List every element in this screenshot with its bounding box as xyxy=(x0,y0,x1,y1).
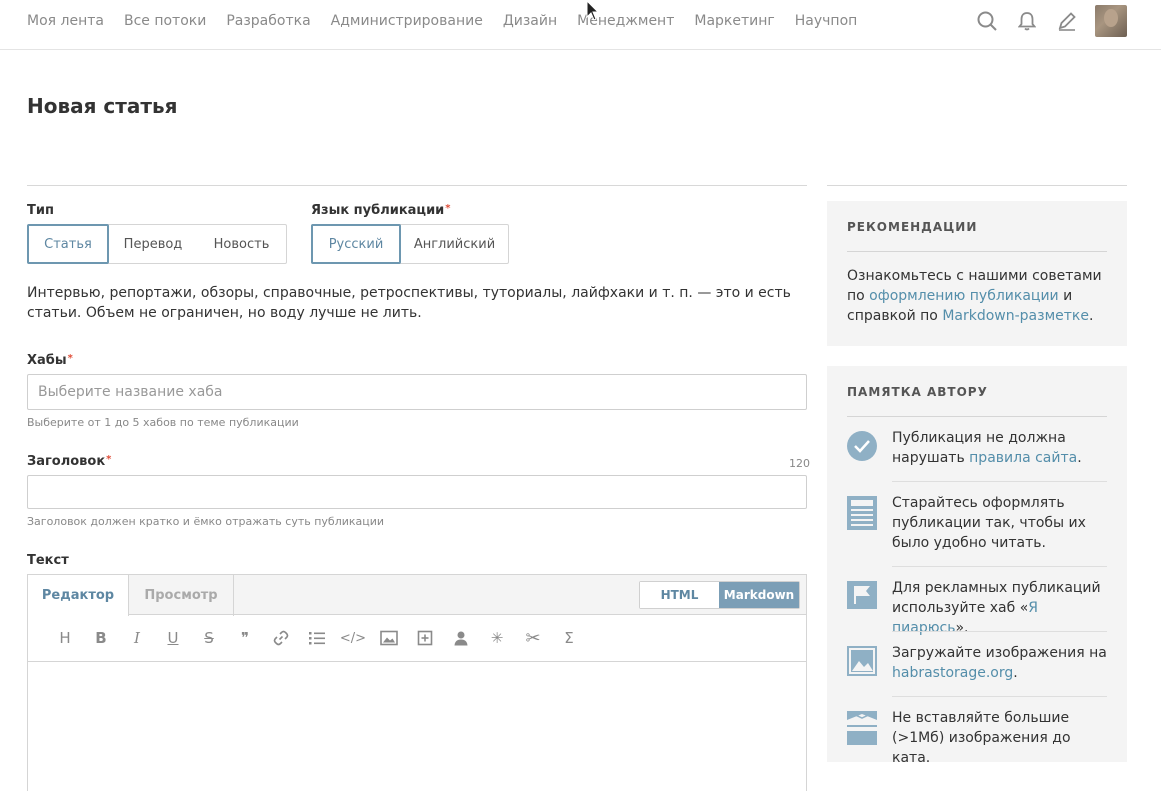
image-icon xyxy=(847,646,877,676)
write-icon[interactable] xyxy=(1047,5,1087,37)
required-mark: * xyxy=(67,353,73,364)
author-memo-card: ПАМЯТКА АВТОРУ Публикация не должна нару… xyxy=(827,366,1127,766)
language-option-russian[interactable]: Русский xyxy=(311,224,401,264)
language-label: Язык публикации* xyxy=(311,203,451,218)
image-icon[interactable] xyxy=(371,626,407,650)
type-option-article[interactable]: Статья xyxy=(27,224,109,264)
site-rules-link[interactable]: правила сайта xyxy=(969,450,1077,466)
divider xyxy=(27,185,807,186)
required-mark: * xyxy=(106,454,112,465)
nav-item-design[interactable]: Дизайн xyxy=(503,12,557,30)
nav-item-admin[interactable]: Администрирование xyxy=(331,12,483,30)
link-icon[interactable] xyxy=(263,626,299,650)
required-mark: * xyxy=(445,203,451,214)
divider xyxy=(892,696,1107,697)
language-option-english[interactable]: Английский xyxy=(401,225,508,263)
nav-item-feed[interactable]: Моя лента xyxy=(27,12,104,30)
divider xyxy=(827,185,1127,186)
anchor-icon[interactable]: ✳ xyxy=(479,626,515,650)
type-description: Интервью, репортажи, обзоры, справочные,… xyxy=(27,285,791,321)
editor-toolbar: H B I U S ❞ </> ✳ ✂ Σ xyxy=(28,615,806,662)
search-icon[interactable] xyxy=(967,5,1007,37)
user-icon[interactable] xyxy=(443,626,479,650)
avatar[interactable] xyxy=(1095,5,1127,37)
formula-icon[interactable]: Σ xyxy=(551,626,587,650)
underline-icon[interactable]: U xyxy=(155,626,191,650)
recommendations-card: РЕКОМЕНДАЦИИ Ознакомьтесь с нашими совет… xyxy=(827,201,1127,346)
recommendations-text: Ознакомьтесь с нашими советами по оформл… xyxy=(847,268,1102,324)
bold-icon[interactable]: B xyxy=(83,626,119,650)
mouse-cursor-icon xyxy=(586,0,600,21)
nav-item-popsci[interactable]: Научпоп xyxy=(795,12,858,30)
heading-icon[interactable]: H xyxy=(47,626,83,650)
memo-tip-text: Старайтесь оформлять публикации так, что… xyxy=(892,495,1086,551)
heading-input[interactable] xyxy=(27,475,807,509)
strikethrough-icon[interactable]: S xyxy=(191,626,227,650)
hubs-label: Хабы* xyxy=(27,353,73,368)
cut-line-icon xyxy=(847,711,877,745)
page-title: Новая статья xyxy=(27,94,178,118)
cut-icon[interactable]: ✂ xyxy=(515,626,551,650)
top-navbar: Моя лента Все потоки Разработка Админист… xyxy=(0,0,1161,50)
top-actions xyxy=(967,5,1127,37)
nav-item-develop[interactable]: Разработка xyxy=(226,12,310,30)
hubs-input[interactable]: Выберите название хаба xyxy=(27,374,807,410)
formatting-guide-link[interactable]: оформлению публикации xyxy=(869,288,1058,304)
type-option-news[interactable]: Новость xyxy=(197,225,286,263)
heading-char-counter: 120 xyxy=(789,457,810,470)
type-option-translation[interactable]: Перевод xyxy=(109,225,197,263)
tab-preview[interactable]: Просмотр xyxy=(129,575,234,616)
memo-tip-text: Загружайте изображения на habrastorage.o… xyxy=(892,645,1107,681)
bell-icon[interactable] xyxy=(1007,5,1047,37)
divider xyxy=(847,251,1107,252)
divider xyxy=(847,416,1107,417)
nav-flows: Моя лента Все потоки Разработка Админист… xyxy=(27,12,877,30)
tab-editor[interactable]: Редактор xyxy=(28,575,129,616)
divider xyxy=(892,566,1107,567)
recommendations-title: РЕКОМЕНДАЦИИ xyxy=(847,220,978,234)
flag-icon xyxy=(847,581,877,609)
memo-tip-text: Для рекламных публикаций используйте хаб… xyxy=(892,580,1101,636)
author-memo-title: ПАМЯТКА АВТОРУ xyxy=(847,385,988,399)
editor-tabs: Редактор Просмотр HTML Markdown xyxy=(28,575,806,616)
markup-mode-switch: HTML Markdown xyxy=(639,581,800,609)
type-label: Тип xyxy=(27,203,54,218)
quote-icon[interactable]: ❞ xyxy=(227,626,263,650)
spoiler-icon[interactable] xyxy=(407,626,443,650)
divider xyxy=(892,481,1107,482)
divider xyxy=(892,631,1107,632)
memo-tip-text: Публикация не должна нарушать правила са… xyxy=(892,430,1082,466)
hubs-hint: Выберите от 1 до 5 хабов по теме публика… xyxy=(27,416,299,429)
text-label: Текст xyxy=(27,553,69,568)
habrastorage-link[interactable]: habrastorage.org xyxy=(892,665,1013,681)
code-icon[interactable]: </> xyxy=(335,626,371,650)
check-icon xyxy=(847,431,877,461)
memo-tip-text: Не вставляйте большие (>1Мб) изображения… xyxy=(892,710,1071,766)
mode-markdown-button[interactable]: Markdown xyxy=(719,582,799,608)
heading-label: Заголовок* xyxy=(27,454,112,469)
nav-item-all-flows[interactable]: Все потоки xyxy=(124,12,206,30)
text-editor: Редактор Просмотр HTML Markdown H B I U … xyxy=(27,574,807,791)
markdown-help-link[interactable]: Markdown-разметке xyxy=(942,308,1089,324)
italic-icon[interactable]: I xyxy=(119,626,155,650)
nav-item-marketing[interactable]: Маркетинг xyxy=(694,12,774,30)
type-selector: Статья Перевод Новость xyxy=(27,224,287,264)
language-selector: Русский Английский xyxy=(311,224,509,264)
heading-hint: Заголовок должен кратко и ёмко отражать … xyxy=(27,515,385,528)
hubs-placeholder: Выберите название хаба xyxy=(38,384,223,400)
list-icon[interactable] xyxy=(299,626,335,650)
mode-html-button[interactable]: HTML xyxy=(640,582,719,608)
document-icon xyxy=(847,496,877,530)
